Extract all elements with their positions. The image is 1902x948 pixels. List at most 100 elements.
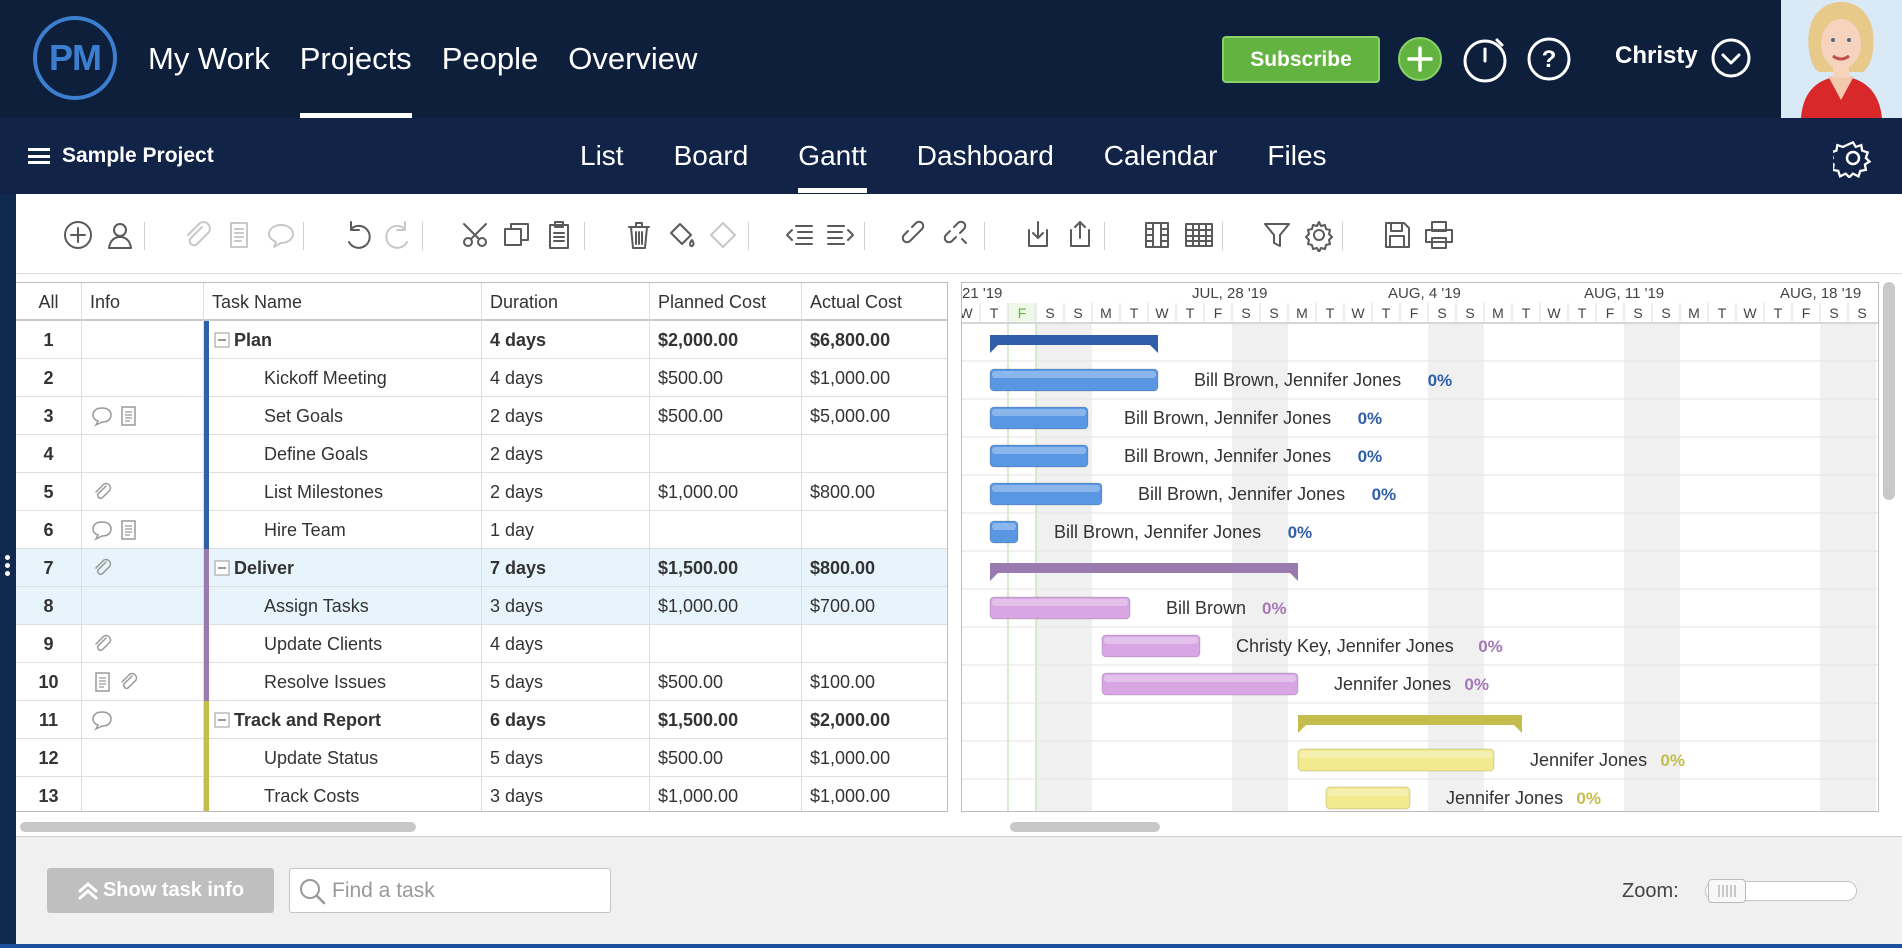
comment-icon[interactable] (90, 518, 114, 542)
table-row[interactable]: 9 Update Clients 4 days (16, 625, 947, 663)
row-task-name-cell[interactable]: Define Goals (204, 435, 482, 473)
nav-people[interactable]: People (442, 0, 539, 118)
row-actual-cost[interactable]: $1,000.00 (802, 777, 947, 811)
table-row[interactable]: 6 Hire Team 1 day (16, 511, 947, 549)
row-duration[interactable]: 3 days (482, 777, 650, 811)
outdent-icon[interactable] (782, 218, 816, 252)
user-name[interactable]: Christy (1615, 42, 1698, 70)
row-task-name-cell[interactable]: Resolve Issues (204, 663, 482, 701)
table-row[interactable]: 5 List Milestones 2 days $1,000.00 $800.00 (16, 473, 947, 511)
note-icon[interactable] (116, 404, 140, 428)
collapse-icon[interactable] (214, 332, 230, 348)
table-row[interactable]: 12 Update Status 5 days $500.00 $1,000.00 (16, 739, 947, 777)
redo-icon[interactable] (383, 218, 417, 252)
filter-icon[interactable] (1260, 218, 1294, 252)
add-task-icon[interactable] (61, 218, 95, 252)
row-actual-cost[interactable]: $1,000.00 (802, 739, 947, 777)
row-planned-cost[interactable] (650, 435, 802, 473)
row-actual-cost[interactable] (802, 511, 947, 549)
collapse-icon[interactable] (214, 712, 230, 728)
row-task-name-cell[interactable]: Update Clients (204, 625, 482, 663)
save-icon[interactable] (1380, 218, 1414, 252)
row-task-name-cell[interactable]: Plan (204, 321, 482, 359)
row-planned-cost[interactable] (650, 511, 802, 549)
fill-color-icon[interactable] (664, 218, 698, 252)
table-row[interactable]: 1 Plan 4 days $2,000.00 $6,800.00 (16, 321, 947, 359)
row-duration[interactable]: 1 day (482, 511, 650, 549)
show-task-info-button[interactable]: Show task info (47, 868, 274, 913)
table-row[interactable]: 4 Define Goals 2 days (16, 435, 947, 473)
header-col-duration[interactable]: Duration (482, 283, 650, 321)
row-planned-cost[interactable]: $1,000.00 (650, 587, 802, 625)
attach-icon[interactable] (116, 670, 140, 694)
project-menu[interactable]: Sample Project (28, 144, 214, 168)
tab-list[interactable]: List (580, 118, 624, 194)
attach-icon[interactable] (90, 480, 114, 504)
row-planned-cost[interactable]: $1,000.00 (650, 473, 802, 511)
header-col-planned-cost[interactable]: Planned Cost (650, 283, 802, 321)
paste-icon[interactable] (542, 218, 576, 252)
table-row[interactable]: 2 Kickoff Meeting 4 days $500.00 $1,000.00 (16, 359, 947, 397)
row-duration[interactable]: 5 days (482, 663, 650, 701)
table-row[interactable]: 3 Set Goals 2 days $500.00 $5,000.00 (16, 397, 947, 435)
comment-icon[interactable] (90, 708, 114, 732)
nav-my-work[interactable]: My Work (148, 0, 270, 118)
row-task-name-cell[interactable]: Deliver (204, 549, 482, 587)
row-actual-cost[interactable]: $2,000.00 (802, 701, 947, 739)
header-col-actual-cost[interactable]: Actual Cost (802, 283, 947, 321)
row-task-name-cell[interactable]: Set Goals (204, 397, 482, 435)
row-duration[interactable]: 4 days (482, 359, 650, 397)
row-planned-cost[interactable]: $500.00 (650, 359, 802, 397)
import-icon[interactable] (1021, 218, 1055, 252)
row-actual-cost[interactable] (802, 625, 947, 663)
row-actual-cost[interactable]: $6,800.00 (802, 321, 947, 359)
copy-icon[interactable] (500, 218, 534, 252)
assign-user-icon[interactable] (103, 218, 137, 252)
print-icon[interactable] (1422, 218, 1456, 252)
row-task-name-cell[interactable]: Hire Team (204, 511, 482, 549)
zoom-slider-handle[interactable] (1708, 879, 1746, 903)
zoom-slider[interactable] (1705, 879, 1857, 903)
gantt-horizontal-scrollbar[interactable] (1010, 822, 1160, 832)
add-new-icon[interactable] (1397, 36, 1443, 82)
row-planned-cost[interactable]: $2,000.00 (650, 321, 802, 359)
row-planned-cost[interactable]: $500.00 (650, 739, 802, 777)
grid-horizontal-scrollbar[interactable] (20, 822, 416, 832)
table-row[interactable]: 8 Assign Tasks 3 days $1,000.00 $700.00 (16, 587, 947, 625)
table-row[interactable]: 7 Deliver 7 days $1,500.00 $800.00 (16, 549, 947, 587)
row-actual-cost[interactable]: $700.00 (802, 587, 947, 625)
row-task-name-cell[interactable]: Track Costs (204, 777, 482, 811)
row-actual-cost[interactable]: $100.00 (802, 663, 947, 701)
note-icon[interactable] (90, 670, 114, 694)
avatar[interactable] (1781, 0, 1902, 118)
row-actual-cost[interactable]: $1,000.00 (802, 359, 947, 397)
row-planned-cost[interactable] (650, 625, 802, 663)
header-col-task-name[interactable]: Task Name (204, 283, 482, 321)
export-icon[interactable] (1063, 218, 1097, 252)
panel-drag-handle[interactable] (5, 555, 10, 581)
unlink-icon[interactable] (941, 218, 975, 252)
tab-dashboard[interactable]: Dashboard (917, 118, 1054, 194)
row-duration[interactable]: 2 days (482, 435, 650, 473)
columns-icon[interactable] (1140, 218, 1174, 252)
row-duration[interactable]: 3 days (482, 587, 650, 625)
comment-icon[interactable] (90, 404, 114, 428)
row-planned-cost[interactable]: $1,500.00 (650, 701, 802, 739)
row-planned-cost[interactable]: $1,000.00 (650, 777, 802, 811)
row-task-name-cell[interactable]: List Milestones (204, 473, 482, 511)
row-task-name-cell[interactable]: Track and Report (204, 701, 482, 739)
collapse-icon[interactable] (214, 560, 230, 576)
find-task-search[interactable] (289, 868, 611, 913)
row-duration[interactable]: 6 days (482, 701, 650, 739)
row-actual-cost[interactable]: $800.00 (802, 473, 947, 511)
settings-icon[interactable] (1302, 218, 1336, 252)
row-planned-cost[interactable]: $1,500.00 (650, 549, 802, 587)
row-actual-cost[interactable]: $5,000.00 (802, 397, 947, 435)
attach-icon[interactable] (90, 632, 114, 656)
delete-icon[interactable] (622, 218, 656, 252)
subscribe-button[interactable]: Subscribe (1222, 36, 1380, 83)
row-duration[interactable]: 4 days (482, 625, 650, 663)
help-icon[interactable]: ? (1526, 36, 1572, 82)
table-row[interactable]: 10 Resolve Issues 5 days $500.00 $100.00 (16, 663, 947, 701)
attach-icon[interactable] (180, 218, 214, 252)
